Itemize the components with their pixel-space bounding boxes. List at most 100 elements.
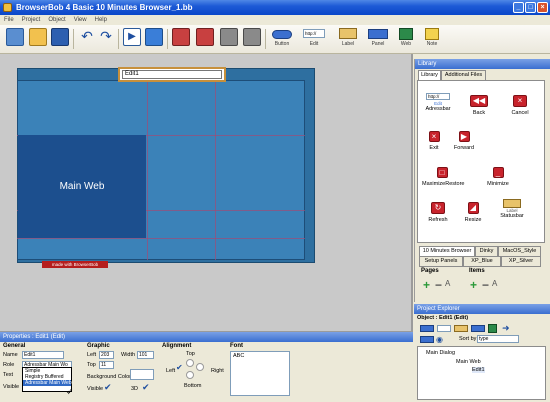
top-field[interactable]: 11 <box>99 361 114 369</box>
filter-label-icon[interactable] <box>454 325 468 332</box>
lib-item-label: Cancel <box>511 110 529 116</box>
menu-project[interactable]: Project <box>18 15 45 25</box>
role-option-adressbar-main-web[interactable]: Adressbar Main Web <box>23 380 72 386</box>
remove-item-icon[interactable]: − <box>482 278 489 292</box>
lib-item-forward[interactable]: ▶ Forward <box>446 131 482 151</box>
label-tool-label: Label <box>341 41 355 47</box>
rewind-icon: ◀◀ <box>470 95 488 107</box>
maximize-button[interactable]: □ <box>525 2 536 13</box>
lib-item-label: MaximizeRestore <box>422 181 465 187</box>
move-down-icon[interactable] <box>243 28 261 46</box>
new-file-icon[interactable] <box>6 28 24 46</box>
graphic-visible-label: Visible <box>87 386 104 392</box>
align-left-label: Left <box>166 368 176 374</box>
edit1-field[interactable]: Edit1 <box>122 70 222 79</box>
window-title: BrowserBob 4 Basic 10 Minutes Browser_1.… <box>16 3 193 12</box>
lib-item-adressbar[interactable]: http:// Edit Adressbar <box>420 93 456 112</box>
properties-title: Properties : Edit1 (Edit) <box>0 332 413 342</box>
filter-web-icon[interactable] <box>488 324 497 333</box>
lib-item-back[interactable]: ◀◀ Back <box>461 95 497 116</box>
left-label: Left <box>87 352 97 358</box>
visible-label: Visible <box>3 384 20 390</box>
view-list-icon[interactable] <box>420 336 434 343</box>
tree-main-web[interactable]: Main Web <box>456 359 481 365</box>
3d-check-icon[interactable]: ✔ <box>142 382 150 393</box>
button-tool-label: Button <box>274 41 290 47</box>
sort-select[interactable]: type <box>477 335 519 343</box>
align-top-radio[interactable] <box>186 359 194 367</box>
align-right-radio[interactable] <box>196 363 204 371</box>
filter-arrow-icon[interactable]: ➜ <box>502 324 514 333</box>
visible-check-icon[interactable]: ✔ <box>104 382 112 393</box>
minimize-icon: _ <box>492 167 504 178</box>
lib-item-label: Refresh <box>428 217 448 223</box>
filter-button-icon[interactable] <box>420 325 434 332</box>
bgcolor-swatch[interactable] <box>130 369 154 380</box>
lib-item-refresh[interactable]: ↻ Refresh <box>420 202 456 223</box>
left-field[interactable]: 203 <box>99 351 114 359</box>
align-bottom-radio[interactable] <box>186 371 194 379</box>
mouse-cursor-icon: ➶ <box>66 386 74 396</box>
move-up-icon[interactable] <box>220 28 238 46</box>
align-top-label: Top <box>186 351 195 357</box>
menu-file[interactable]: File <box>0 15 18 25</box>
tree-main-dialog[interactable]: Main Dialog <box>426 350 455 356</box>
add-item-icon[interactable]: + <box>470 278 477 292</box>
lib-item-cancel[interactable]: × Cancel <box>502 95 538 116</box>
edit-tool-combo[interactable]: http:// <box>303 29 325 38</box>
name-field[interactable]: Edit1 <box>22 351 64 359</box>
width-field[interactable]: 101 <box>137 351 154 359</box>
filter-panel-icon[interactable] <box>471 325 485 332</box>
label-tool-icon[interactable] <box>339 28 357 39</box>
tab-xp-silver[interactable]: XP_Silver <box>501 256 541 267</box>
lib-item-label: Back <box>472 110 486 116</box>
lib-item-minimize[interactable]: _ Minimize <box>480 167 516 187</box>
toolbar: ↶ ↷ ▶ Button http:// Edit Label Panel We… <box>0 25 550 54</box>
rename-page-icon[interactable]: A <box>445 279 450 288</box>
align-left-check-icon[interactable]: ✔ <box>176 363 183 372</box>
close-button[interactable]: × <box>537 2 548 13</box>
lib-item-maximizerestore[interactable]: □ MaximizeRestore <box>422 167 465 187</box>
font-preview[interactable]: ABC <box>230 351 290 396</box>
role-dropdown-list[interactable]: Simple Registry Buffered Adressbar Main … <box>22 367 72 392</box>
rename-item-icon[interactable]: A <box>492 279 497 288</box>
object-label: Object : Edit1 (Edit) <box>417 315 469 321</box>
undo-icon[interactable]: ↶ <box>78 28 96 46</box>
tab-xp-blue[interactable]: XP_Blue <box>463 256 501 267</box>
build-icon[interactable] <box>145 28 163 46</box>
preview-icon[interactable]: ▶ <box>123 28 141 46</box>
redo-icon[interactable]: ↷ <box>97 28 115 46</box>
panel-tool-icon[interactable] <box>368 29 388 39</box>
play-icon: ▶ <box>458 131 470 142</box>
web-tool-icon[interactable] <box>399 28 413 40</box>
filter-edit-icon[interactable] <box>437 325 451 332</box>
grid-line <box>147 80 148 260</box>
menu-help[interactable]: Help <box>91 15 111 25</box>
top-label: Top <box>87 362 96 368</box>
graphic-header: Graphic <box>87 343 110 349</box>
tab-setup-panels[interactable]: Setup Panels <box>419 256 463 267</box>
edit1-selection[interactable]: Edit1 <box>118 67 226 82</box>
menu-view[interactable]: View <box>70 15 91 25</box>
remove-page-icon[interactable]: − <box>435 278 442 292</box>
lib-item-label: Forward <box>453 145 475 151</box>
bring-front-icon[interactable] <box>172 28 190 46</box>
open-folder-icon[interactable] <box>29 28 47 46</box>
note-tool-icon[interactable] <box>425 28 439 40</box>
save-icon[interactable] <box>51 28 69 46</box>
main-web-label: Main Web <box>59 181 105 192</box>
send-back-icon[interactable] <box>196 28 214 46</box>
width-label: Width <box>121 352 136 358</box>
menu-object[interactable]: Object <box>44 15 69 25</box>
minimize-button[interactable]: _ <box>513 2 524 13</box>
made-with-badge: made with BrowserBob <box>42 261 108 268</box>
eye-icon[interactable]: ◉ <box>436 336 446 344</box>
lib-item-statusbar[interactable]: Label Statusbar <box>494 199 530 219</box>
button-tool-icon[interactable] <box>272 30 292 39</box>
project-explorer-title: Project Explorer <box>414 304 550 314</box>
align-bottom-label: Bottom <box>184 383 202 389</box>
add-page-icon[interactable]: + <box>423 278 430 292</box>
lib-item-resize[interactable]: ◢ Resize <box>455 202 491 223</box>
main-web-area[interactable]: Main Web <box>18 135 146 238</box>
tree-edit1[interactable]: Edit1 <box>472 367 485 373</box>
